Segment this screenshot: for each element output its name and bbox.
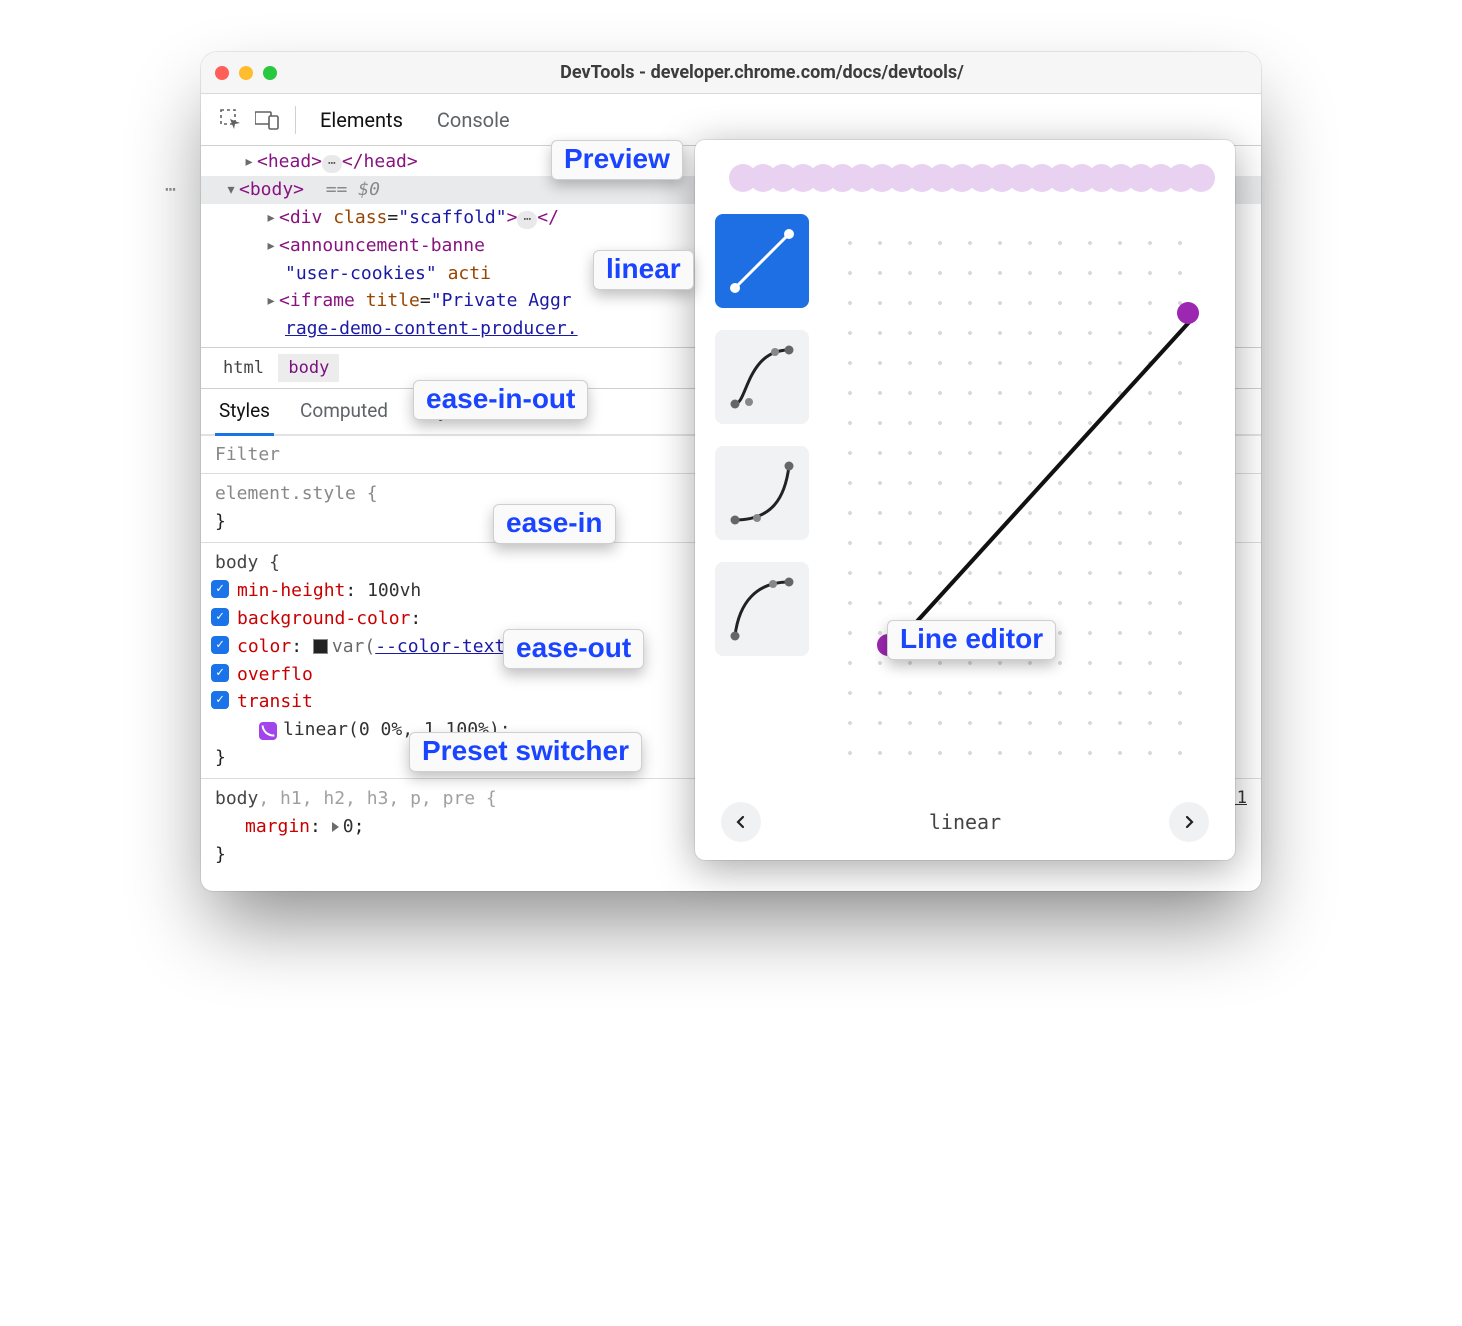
checkbox-icon[interactable]	[211, 691, 229, 709]
callout-ease-out: ease-out	[503, 629, 644, 669]
panel-tabs: Elements Console	[316, 98, 514, 142]
curve-handle-end[interactable]	[1177, 302, 1199, 324]
callout-linear: linear	[593, 250, 694, 290]
crumb-body[interactable]: body	[278, 354, 339, 382]
tab-elements[interactable]: Elements	[316, 98, 407, 142]
zoom-window-button[interactable]	[263, 66, 277, 80]
callout-ease-in-out: ease-in-out	[413, 380, 588, 420]
callout-preview: Preview	[551, 140, 683, 180]
preset-ease-in-out[interactable]	[715, 330, 809, 424]
devtools-window: DevTools - developer.chrome.com/docs/dev…	[201, 52, 1261, 891]
callout-preset-switcher: Preset switcher	[409, 732, 642, 772]
checkbox-icon[interactable]	[211, 664, 229, 682]
window-title: DevTools - developer.chrome.com/docs/dev…	[277, 62, 1247, 83]
preset-switcher: linear	[715, 802, 1215, 842]
next-preset-button[interactable]	[1169, 802, 1209, 842]
tab-console[interactable]: Console	[433, 98, 514, 142]
preset-linear[interactable]	[715, 214, 809, 308]
crumb-html[interactable]: html	[213, 354, 274, 382]
close-window-button[interactable]	[215, 66, 229, 80]
easing-badge-icon[interactable]	[259, 722, 277, 740]
minimize-window-button[interactable]	[239, 66, 253, 80]
preset-column	[715, 214, 809, 786]
toolbar-separator	[295, 106, 296, 134]
titlebar: DevTools - developer.chrome.com/docs/dev…	[201, 52, 1261, 94]
easing-preview-strip	[715, 158, 1215, 198]
ellipsis-badge[interactable]: ⋯	[322, 155, 342, 173]
window-controls	[215, 66, 277, 80]
checkbox-icon[interactable]	[211, 608, 229, 626]
inspect-icon[interactable]	[217, 106, 245, 134]
filter-placeholder: Filter	[215, 444, 280, 465]
preset-ease-in[interactable]	[715, 446, 809, 540]
color-swatch-icon[interactable]	[313, 639, 328, 654]
callout-line-editor: Line editor	[887, 620, 1056, 660]
easing-curve-editor[interactable]	[827, 214, 1215, 786]
current-preset-name: linear	[929, 810, 1001, 834]
styletab-styles[interactable]: Styles	[217, 389, 272, 434]
easing-editor-popover: linear	[695, 140, 1235, 860]
device-toolbar-icon[interactable]	[253, 106, 281, 134]
styletab-computed[interactable]: Computed	[298, 389, 390, 434]
preset-ease-out[interactable]	[715, 562, 809, 656]
expand-shorthand-icon[interactable]	[332, 822, 339, 832]
checkbox-icon[interactable]	[211, 636, 229, 654]
main-toolbar: Elements Console	[201, 94, 1261, 146]
prev-preset-button[interactable]	[721, 802, 761, 842]
checkbox-icon[interactable]	[211, 580, 229, 598]
callout-ease-in: ease-in	[493, 504, 616, 544]
